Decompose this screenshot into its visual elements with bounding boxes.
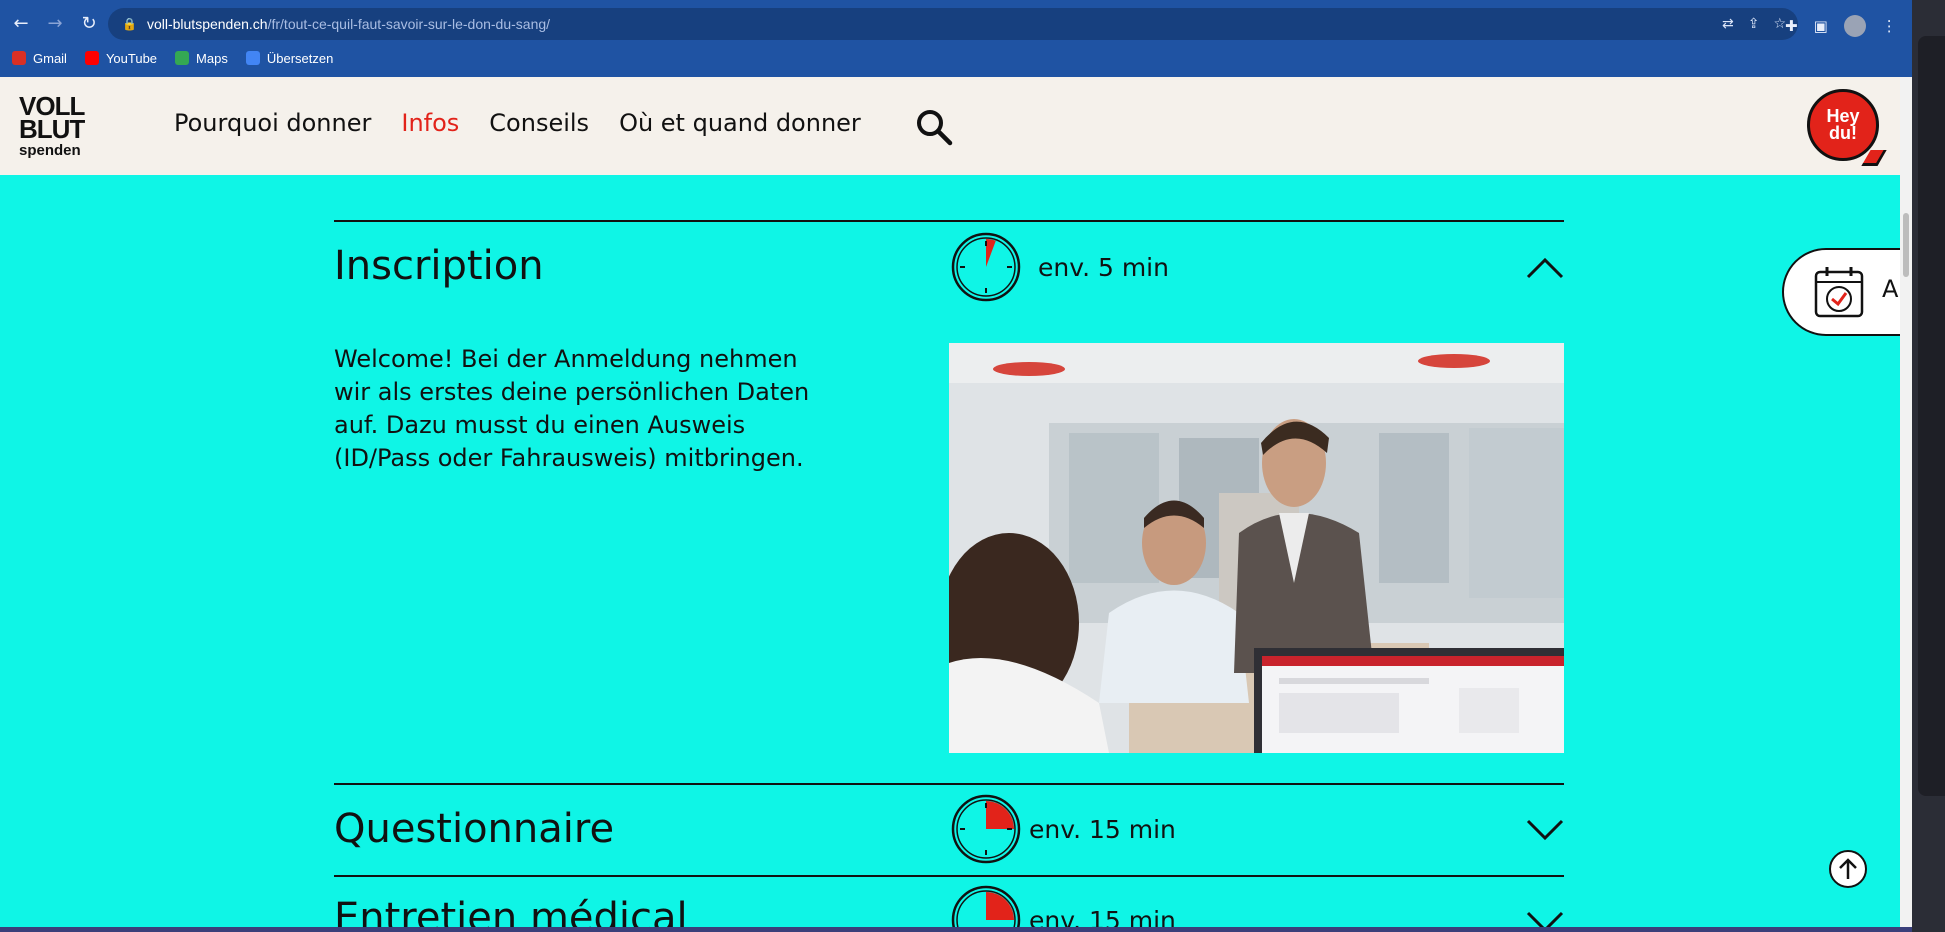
bookmark-label: Gmail: [33, 50, 67, 66]
nav-conseils[interactable]: Conseils: [489, 109, 589, 137]
hey-du-badge[interactable]: Hey du!: [1807, 89, 1879, 161]
maps-icon: [175, 51, 190, 65]
registration-photo: [949, 343, 1564, 753]
site-logo[interactable]: VOLL BLUT spenden: [19, 93, 94, 159]
reload-icon[interactable]: ↻: [76, 10, 102, 36]
hey-badge-text: Hey du!: [1826, 107, 1859, 143]
lock-icon: 🔒: [122, 17, 137, 31]
nav-ou-et-quand-donner[interactable]: Où et quand donner: [619, 109, 861, 137]
duration-label: env. 5 min: [1038, 253, 1169, 282]
timer-icon: [951, 885, 1021, 927]
hey-line: du!: [1829, 123, 1857, 143]
back-icon[interactable]: ←: [8, 10, 34, 36]
bookmark-translate[interactable]: Übersetzen: [245, 50, 334, 66]
logo-line: spenden: [19, 141, 81, 159]
site-header: VOLL BLUT spenden Pourquoi donner Infos …: [0, 77, 1900, 175]
side-panel-icon[interactable]: ▣: [1814, 17, 1828, 35]
address-bar[interactable]: 🔒 voll-blutspenden.ch/fr/tout-ce-quil-fa…: [108, 8, 1798, 40]
timer-icon: [951, 232, 1021, 302]
back-to-top-button[interactable]: [1829, 850, 1867, 888]
logo-line: BLUT: [19, 114, 85, 145]
profile-avatar[interactable]: [1843, 15, 1866, 37]
main-nav: Pourquoi donner Infos Conseils Où et qua…: [174, 109, 861, 137]
bookmark-label: Übersetzen: [266, 50, 334, 66]
forward-icon[interactable]: →: [42, 10, 68, 36]
scrollbar-thumb[interactable]: [1903, 213, 1909, 277]
bookmark-gmail[interactable]: Gmail: [12, 51, 67, 66]
url-host: voll-blutspenden.ch: [146, 16, 268, 32]
accordion-title-questionnaire[interactable]: Questionnaire: [334, 806, 614, 852]
chevron-down-icon[interactable]: [1526, 819, 1564, 841]
gmail-icon: [12, 51, 26, 65]
appointment-label[interactable]: A: [1882, 275, 1898, 303]
accordion-body-text: Welcome! Bei der Anmeldung nehmen wir al…: [334, 345, 810, 472]
translate-icon[interactable]: ⇄: [1722, 16, 1734, 32]
bookmark-youtube[interactable]: YouTube: [84, 50, 158, 66]
translate-icon: [245, 51, 260, 65]
nav-pourquoi-donner[interactable]: Pourquoi donner: [174, 109, 371, 137]
accordion-title-entretien-medical[interactable]: Entretien médical: [334, 895, 688, 927]
bookmark-label: YouTube: [105, 50, 158, 66]
chevron-down-icon[interactable]: [1526, 911, 1564, 927]
background-window: [1912, 0, 1945, 932]
photo-illustration: [949, 343, 1564, 753]
extensions-icon[interactable]: ✚: [1785, 17, 1798, 35]
calendar-check-icon: [1814, 267, 1864, 318]
menu-icon[interactable]: ⋮: [1882, 17, 1897, 35]
youtube-icon: [84, 51, 99, 65]
timer-icon: [951, 794, 1021, 864]
arrow-up-icon: [1839, 858, 1857, 879]
bookmarks-bar: Gmail YouTube Maps Übersetzen: [0, 47, 333, 69]
chevron-up-icon[interactable]: [1526, 257, 1564, 279]
bookmark-maps[interactable]: Maps: [175, 51, 228, 66]
duration-label: env. 15 min: [1029, 815, 1176, 844]
bookmark-label: Maps: [196, 50, 228, 66]
url-path: /fr/tout-ce-quil-faut-savoir-sur-le-don-…: [267, 16, 551, 32]
browser-chrome: ← → ↻ 🔒 voll-blutspenden.ch/fr/tout-ce-q…: [0, 0, 1912, 77]
page-scrollbar[interactable]: [1900, 77, 1912, 927]
share-icon[interactable]: ⇪: [1748, 16, 1760, 32]
divider: [334, 875, 1564, 877]
duration-label: env. 15 min: [1029, 906, 1176, 927]
background-pane: [1918, 36, 1945, 796]
accordion-title-inscription[interactable]: Inscription: [334, 243, 544, 289]
divider: [334, 220, 1564, 222]
nav-infos[interactable]: Infos: [401, 109, 459, 137]
search-icon[interactable]: [914, 107, 954, 147]
divider: [334, 783, 1564, 785]
page-viewport: VOLL BLUT spenden Pourquoi donner Infos …: [0, 77, 1900, 927]
browser-toolbar: ← → ↻ 🔒 voll-blutspenden.ch/fr/tout-ce-q…: [0, 4, 1912, 42]
